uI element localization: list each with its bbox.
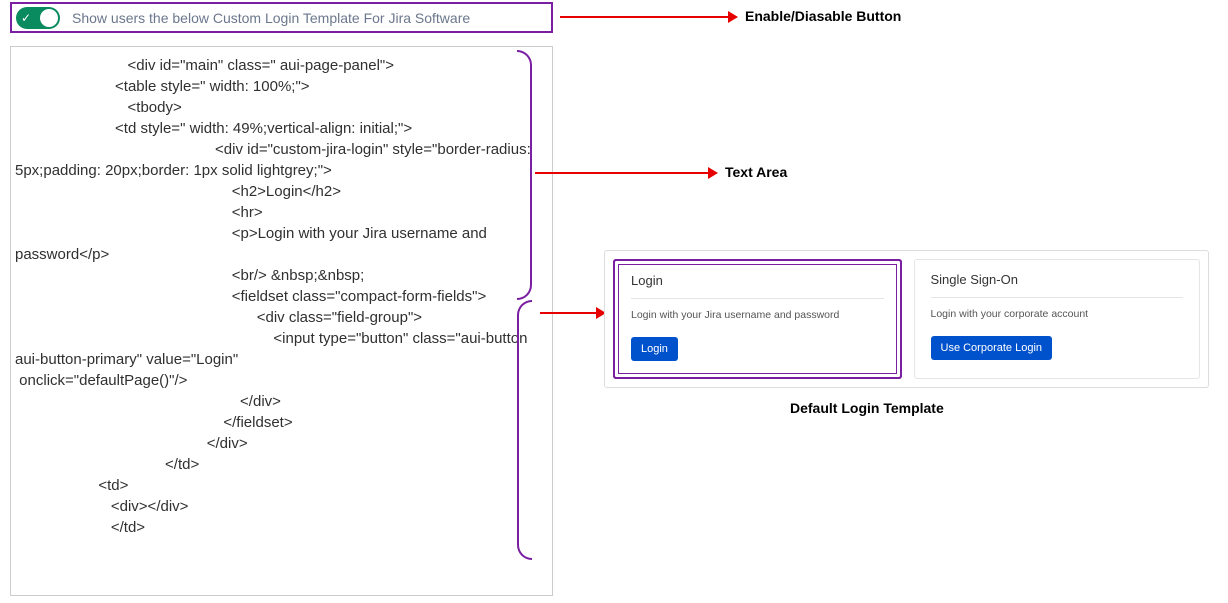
sso-card: Single Sign-On Login with your corporate…	[914, 259, 1201, 379]
login-card-title: Login	[631, 273, 884, 299]
login-card: Login Login with your Jira username and …	[613, 259, 902, 379]
bracket-preview	[517, 300, 532, 560]
corporate-login-button[interactable]: Use Corporate Login	[931, 336, 1053, 360]
sso-card-description: Login with your corporate account	[931, 308, 1184, 320]
login-card-description: Login with your Jira username and passwo…	[631, 309, 884, 321]
label-text-area: Text Area	[725, 164, 787, 180]
toggle-label: Show users the below Custom Login Templa…	[72, 10, 470, 26]
arrow-text-area	[535, 172, 710, 174]
preview-panel: Login Login with your Jira username and …	[604, 250, 1209, 388]
sso-card-title: Single Sign-On	[931, 272, 1184, 298]
enable-toggle[interactable]: ✓	[16, 7, 60, 29]
login-button[interactable]: Login	[631, 337, 678, 361]
check-icon: ✓	[21, 12, 31, 24]
bracket-textarea	[517, 50, 532, 300]
arrow-enable-disable	[560, 16, 730, 18]
toggle-row: ✓ Show users the below Custom Login Temp…	[10, 2, 553, 33]
label-enable-disable: Enable/Diasable Button	[745, 8, 901, 24]
toggle-knob	[40, 9, 58, 27]
arrow-preview	[540, 312, 598, 314]
preview-caption: Default Login Template	[790, 400, 944, 416]
template-textarea[interactable]: <div id="main" class=" aui-page-panel"> …	[10, 46, 553, 596]
